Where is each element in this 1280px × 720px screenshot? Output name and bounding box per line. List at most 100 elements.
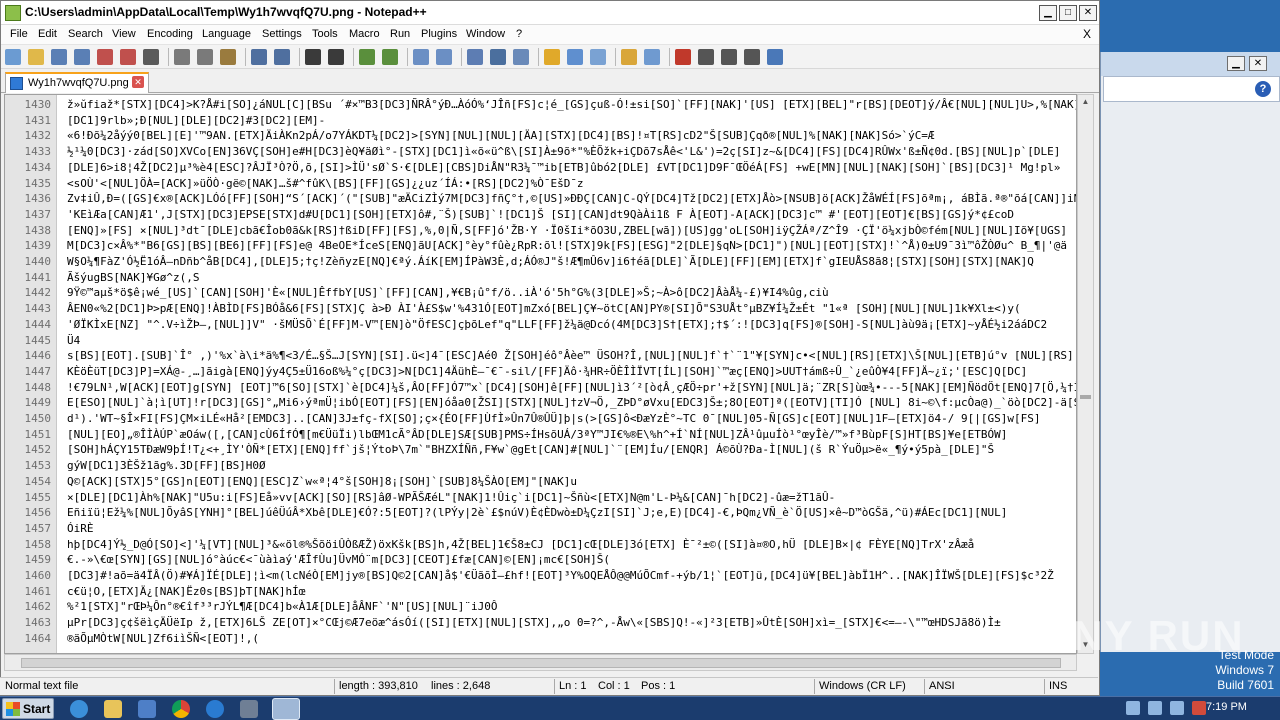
code-line[interactable]: ×[DLE][DC1]Àh%[NAK]"U5u:i[FS]Eå»vv[ACK][… <box>67 491 835 504</box>
background-window[interactable]: ▁ ✕ ? <box>1100 52 1280 652</box>
save-macro-icon[interactable] <box>767 49 783 65</box>
horizontal-scrollbar[interactable] <box>4 654 1077 671</box>
code-line[interactable]: !€79LN¹,W[ACK][EOT]g[SYN] [EOT]™6[SO][ST… <box>67 381 1076 394</box>
code-line[interactable]: «6!Ðõ¼2åýý0[BEL][E]'™9AN.[ETX]ÄiÀKn2pÁ/o… <box>67 129 935 142</box>
menu-search[interactable]: Search <box>68 28 103 40</box>
sync-v-icon[interactable] <box>413 49 429 65</box>
taskbar-clock[interactable]: 7:19 PM <box>1206 701 1247 713</box>
code-line[interactable]: ÂEN0«%2[DC1]Þ>pÆ[ENQ]!ÀBÌD[FS]BÓå&6[FS][… <box>67 302 1021 315</box>
menu-encoding[interactable]: Encoding <box>147 28 193 40</box>
stop-icon[interactable] <box>698 49 714 65</box>
save-all-icon[interactable] <box>74 49 90 65</box>
tab-close-icon[interactable]: ✕ <box>132 76 144 88</box>
close-all-icon[interactable] <box>120 49 136 65</box>
code-line[interactable]: Q©[ACK][STX]5°[GS]n[EOT][ENQ][ESC]Z`w«ª¦… <box>67 475 577 488</box>
code-line[interactable]: µPr[DC3]ç¢šëìçÄÜëIp ž,[ETX]6LŠ ZE[OT]×°C… <box>67 616 1001 629</box>
media-player-icon[interactable] <box>138 700 156 718</box>
menu-language[interactable]: Language <box>202 28 251 40</box>
menu-edit[interactable]: Edit <box>38 28 57 40</box>
code-line[interactable]: €.-»\€œ[SYN][GS][NUL]ó°àúc€<¯ùàìaý'ÆÎfÙu… <box>67 553 610 566</box>
background-window-titlebar[interactable]: ▁ ✕ <box>1101 52 1280 76</box>
code-line[interactable]: 9Ÿ©™aµš*ö$ê¡wé_[US]`[CAN][SOH]'È«[NUL]Êf… <box>67 286 829 299</box>
zoom-out-icon[interactable] <box>382 49 398 65</box>
code-line[interactable]: 'KEìÆa[CAN]Æ1',J[STX][DC3]EPSE[STX]d#U[D… <box>67 208 1014 221</box>
tray-network-icon[interactable] <box>1170 701 1184 715</box>
tray-alert-icon[interactable] <box>1192 701 1206 715</box>
internet-explorer-icon[interactable] <box>70 700 88 718</box>
menu-view[interactable]: View <box>112 28 136 40</box>
close-icon[interactable] <box>97 49 113 65</box>
tab-active-document[interactable]: Wy1h7wvqfQ7U.png ✕ <box>5 72 149 93</box>
bg-minimize-button[interactable]: ▁ <box>1227 56 1245 71</box>
maximize-button[interactable]: □ <box>1059 5 1077 21</box>
zoom-in-icon[interactable] <box>359 49 375 65</box>
code-line[interactable]: Ü4 <box>67 334 80 347</box>
code-line[interactable]: gýW[DC1]3ÈŠž1ãg%.3D[FF][BS]H0Ø <box>67 459 266 472</box>
menu-plugins[interactable]: Plugins <box>421 28 457 40</box>
menu-macro[interactable]: Macro <box>349 28 380 40</box>
code-line[interactable]: 'ØÏKÌxE[NZ] "^.V÷ìŽÞ—,[NUL]]V" ·šMÜSÕ`É[… <box>67 318 1047 331</box>
menu-file[interactable]: File <box>10 28 28 40</box>
code-line[interactable]: W§O¼¶FàZ'Ó½Ë1óÂ–nDñb^åB[DC4],[DLE]5;†ç!Z… <box>67 255 1034 268</box>
tray-flag-icon[interactable] <box>1126 701 1140 715</box>
code-line[interactable]: ½¹¼0[DC3]·zád[SO]XVCo[EN]36VÇ[SOH]e#H[DC… <box>67 145 1060 158</box>
code-line[interactable]: c€ü¦O,[ETX]Ä¿[NAK]Ëz0s[BS]þT[NAK]hÍœ <box>67 585 305 598</box>
cut-icon[interactable] <box>174 49 190 65</box>
play-multi-icon[interactable] <box>744 49 760 65</box>
code-line[interactable]: d¹).'WT~§Î×FI[FS]ÇM×iLÉ«Hå²[EMDC3]..[CAN… <box>67 412 1041 425</box>
code-line[interactable]: ÃšýugBS[NAK]¥Gø^z(,S <box>67 271 199 284</box>
notepadpp-taskbar-button[interactable] <box>272 698 300 720</box>
editor-pane[interactable]: 1430 1431 1432 1433 1434 1435 1436 1437 1438 1439… <box>4 94 1077 654</box>
tool-icon[interactable] <box>240 700 258 718</box>
code-line[interactable]: %²1[STX]"rŒÞ¼Ôn°®€îf³³rJÝL¶Æ[DC4]b«À1Æ[D… <box>67 600 497 613</box>
open-file-icon[interactable] <box>28 49 44 65</box>
vertical-scroll-thumb[interactable] <box>1080 395 1091 399</box>
code-line[interactable]: Zv‡iÛ,Ð=([GS]€x®[ACK]LÓó[FF][SOH]“S´[ACK… <box>67 192 1076 205</box>
code-line[interactable]: ÓiRÈ <box>67 522 94 535</box>
horizontal-scroll-thumb[interactable] <box>21 658 1061 668</box>
paste-icon[interactable] <box>220 49 236 65</box>
menu-help[interactable]: ? <box>516 28 522 40</box>
edge-icon[interactable] <box>206 700 224 718</box>
code-line[interactable]: [DC1]9rlb»;Ð[NUL][DLE][DC2]#3[DC2][EM]- <box>67 114 325 127</box>
redo-icon[interactable] <box>274 49 290 65</box>
lang-icon[interactable] <box>544 49 560 65</box>
wrap-icon[interactable] <box>467 49 483 65</box>
code-area[interactable]: ž»ŭfiaž*[STX][DC4]>K?Å#i[SO]¿áNUL[C][BSu… <box>67 95 1076 653</box>
code-line[interactable]: E[ESO][NUL]`à¦ì[UT]!r[DC3][GS]°„Mi6›ýªmÜ… <box>67 396 1076 409</box>
help-icon[interactable]: ? <box>1255 81 1271 97</box>
undo-icon[interactable] <box>251 49 267 65</box>
code-line[interactable]: [ENQ]»[FS] ×[NUL]³dt¯[DLE]cbã€Îob0ã&k[RS… <box>67 224 1067 237</box>
menu-tools[interactable]: Tools <box>312 28 338 40</box>
close-document-button[interactable]: X <box>1083 27 1091 41</box>
tray-volume-icon[interactable] <box>1148 701 1162 715</box>
code-line[interactable]: hþ[DC4]Ý½_D@Ó[SO]<]'¼[VT][NUL]³&«öl®%Šõö… <box>67 538 974 551</box>
code-line[interactable]: [DC3]#!aõ=ä4ÏÂ(Ö)#¥Á]ÏÉ[DLE]¦ì<m(lcNéÒ[E… <box>67 569 1054 582</box>
minimize-button[interactable]: ▁ <box>1039 5 1057 21</box>
all-chars-icon[interactable] <box>490 49 506 65</box>
code-line[interactable]: KÈöÈüT[DC3]P]=XÁ@-¸…]ãigà[ENQ]ýy4Ç5±Ü16o… <box>67 365 1027 378</box>
code-line[interactable]: ®äÕµMÒtW[NUL]Zf6iìŠÑ<[EOT]!,( <box>67 632 259 645</box>
func-list-icon[interactable] <box>590 49 606 65</box>
code-line[interactable]: Eñiïü¦Ež¼%[NUL]ÕyâS[YNH]°[BEL]úêÜúÂ*Xbê[… <box>67 506 1007 519</box>
find-icon[interactable] <box>305 49 321 65</box>
scroll-up-icon[interactable]: ▲ <box>1080 97 1091 107</box>
start-button[interactable]: Start <box>2 698 54 719</box>
play-icon[interactable] <box>721 49 737 65</box>
print-icon[interactable] <box>143 49 159 65</box>
file-explorer-icon[interactable] <box>104 700 122 718</box>
code-line[interactable]: M[DC3]c×Â%*"B6[GS][BS][BE6][FF][FS]e@ 4B… <box>67 239 1067 252</box>
monitor-icon[interactable] <box>644 49 660 65</box>
code-line[interactable]: [NUL][EO]„®ÎÌÀÚP`æOáw([,[CAN]cÙ6ÍfÓ¶[m€Ü… <box>67 428 1007 441</box>
save-icon[interactable] <box>51 49 67 65</box>
menu-window[interactable]: Window <box>466 28 505 40</box>
map-icon[interactable] <box>567 49 583 65</box>
chrome-icon[interactable] <box>172 700 190 718</box>
sync-h-icon[interactable] <box>436 49 452 65</box>
folder-icon[interactable] <box>621 49 637 65</box>
code-line[interactable]: [DLE]6>i8¦4Ž[DC2]µ³%è4[ESC]?ÂJÏ³Ò?Ö,õ,[S… <box>67 161 1060 174</box>
menu-run[interactable]: Run <box>390 28 410 40</box>
close-window-button[interactable]: ✕ <box>1079 5 1097 21</box>
record-icon[interactable] <box>675 49 691 65</box>
code-line[interactable]: [SOH]hÁÇY15TÐæW9þÍ!T¿<+¸ÌY'ÒÑ*[ETX][ENQ]… <box>67 443 994 456</box>
